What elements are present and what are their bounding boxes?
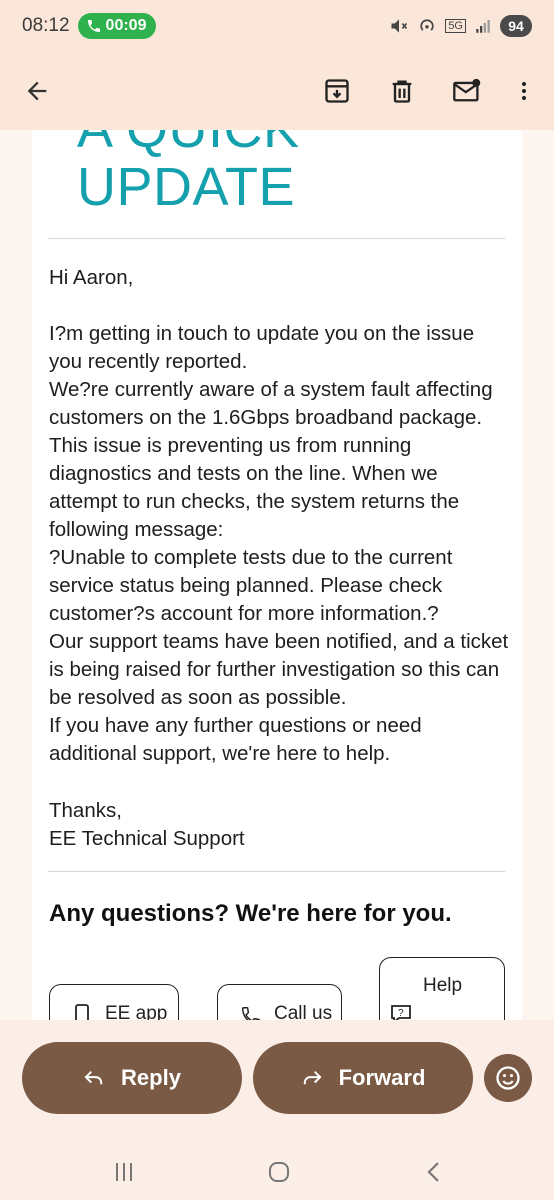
recent-apps-icon xyxy=(116,1163,132,1181)
divider xyxy=(48,871,505,872)
archive-button[interactable] xyxy=(315,69,359,113)
signoff: Thanks, xyxy=(49,799,122,822)
phone-icon xyxy=(87,20,100,32)
forward-label: Forward xyxy=(338,1065,426,1090)
ee-app-label: EE app xyxy=(105,1003,168,1020)
email-scroll-area[interactable]: A QUICK UPDATE Hi Aaron, I?m getting in … xyxy=(0,130,554,1020)
back-chevron-icon xyxy=(427,1162,439,1182)
system-nav-bar xyxy=(0,1144,554,1200)
signal-icon xyxy=(476,20,490,33)
hotspot-icon xyxy=(420,19,434,31)
questions-title: Any questions? We're here for you. xyxy=(49,900,452,927)
reply-action-bar: Reply Forward xyxy=(0,1020,554,1144)
call-us-label: Call us xyxy=(274,1003,333,1020)
recent-apps-button[interactable] xyxy=(104,1156,144,1188)
signature: EE Technical Support xyxy=(49,827,245,850)
paragraph: We?re currently aware of a system fault … xyxy=(49,378,493,541)
mobile-phone-icon xyxy=(75,1004,89,1020)
forward-icon xyxy=(303,1070,322,1085)
phone-icon xyxy=(242,1007,260,1020)
hero-title-line1: A QUICK xyxy=(77,130,300,158)
status-bar: 08:12 00:09 5G 94 xyxy=(0,0,554,52)
call-us-button[interactable]: Call us xyxy=(217,984,342,1020)
paragraph: Our support teams have been notified, an… xyxy=(49,630,509,709)
emoji-reaction-button[interactable] xyxy=(484,1054,532,1102)
archive-icon xyxy=(325,79,349,103)
hero-title-line2: UPDATE xyxy=(77,157,296,217)
reply-icon xyxy=(84,1070,103,1085)
more-vert-icon xyxy=(522,82,526,100)
more-options-button[interactable] xyxy=(502,69,546,113)
ongoing-call-pill[interactable]: 00:09 xyxy=(77,13,157,39)
call-timer: 00:09 xyxy=(105,17,147,34)
help-button[interactable]: Help ? xyxy=(379,957,505,1020)
mark-unread-icon xyxy=(453,78,481,102)
paragraph: ?Unable to complete tests due to the cur… xyxy=(49,546,453,625)
home-icon xyxy=(269,1162,289,1182)
help-chat-icon: ? xyxy=(391,1005,411,1020)
paragraph: If you have any further questions or nee… xyxy=(49,714,422,765)
mark-unread-button[interactable] xyxy=(445,69,489,113)
back-nav-button[interactable] xyxy=(414,1156,454,1188)
delete-button[interactable] xyxy=(380,69,424,113)
status-time: 08:12 xyxy=(22,15,70,36)
network-type: 5G xyxy=(445,19,466,33)
help-label: Help xyxy=(423,975,463,996)
forward-button[interactable]: Forward xyxy=(253,1042,473,1114)
reply-label: Reply xyxy=(121,1065,181,1090)
battery-level: 94 xyxy=(500,15,532,37)
svg-text:?: ? xyxy=(398,1008,404,1019)
home-button[interactable] xyxy=(259,1156,299,1188)
paragraph: I?m getting in touch to update you on th… xyxy=(49,322,475,373)
smiley-icon xyxy=(496,1066,520,1090)
email-body: A QUICK UPDATE Hi Aaron, I?m getting in … xyxy=(32,130,522,1020)
greeting: Hi Aaron, xyxy=(49,266,134,289)
mute-icon xyxy=(391,19,408,33)
back-arrow-icon xyxy=(27,81,47,101)
app-bar xyxy=(0,52,554,130)
divider xyxy=(48,238,505,239)
reply-button[interactable]: Reply xyxy=(22,1042,242,1114)
back-button[interactable] xyxy=(15,69,59,113)
email-message: I?m getting in touch to update you on th… xyxy=(49,320,511,768)
trash-icon xyxy=(392,80,412,103)
ee-app-button[interactable]: EE app xyxy=(49,984,179,1020)
hero-title: A QUICK UPDATE xyxy=(77,130,300,216)
